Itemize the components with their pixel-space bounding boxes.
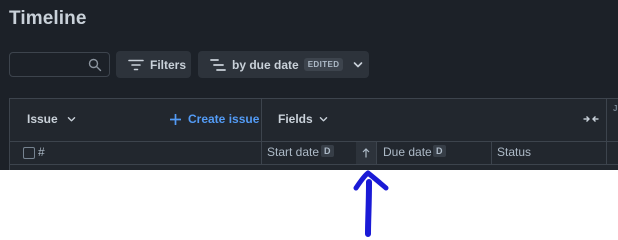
page-title: Timeline: [9, 8, 87, 29]
fields-column-header[interactable]: Fields: [278, 112, 328, 126]
search-input[interactable]: [14, 55, 88, 75]
app-window: Timeline Filters by due date EDITED Issu…: [0, 0, 618, 170]
select-all-checkbox[interactable]: [23, 147, 35, 159]
issue-header-label: Issue: [27, 112, 58, 126]
sort-label: by due date: [232, 57, 299, 72]
grid-column-row: # Start date D Due date D Status: [10, 142, 618, 165]
plus-icon: [170, 113, 181, 125]
filter-icon: [128, 57, 144, 73]
chevron-down-icon: [67, 116, 76, 123]
sort-icon: [210, 57, 226, 73]
annotation-arrow: [353, 170, 389, 237]
number-column-header: #: [38, 145, 45, 159]
create-issue-button[interactable]: Create issue: [170, 112, 259, 126]
edited-badge: EDITED: [303, 58, 344, 71]
chevron-down-icon: [353, 60, 363, 70]
status-column-header[interactable]: Status: [497, 145, 531, 159]
column-divider: [376, 142, 377, 164]
sort-by-button[interactable]: by due date EDITED: [198, 51, 369, 78]
column-divider: [261, 142, 262, 164]
collapse-columns-icon[interactable]: [583, 112, 599, 126]
column-divider: [606, 99, 607, 141]
chevron-down-icon: [319, 116, 328, 123]
filters-label: Filters: [150, 57, 187, 72]
date-type-badge: D: [433, 145, 446, 157]
filters-button[interactable]: Filters: [116, 51, 191, 78]
grid-header-row: Issue Create issue Fields J: [10, 99, 618, 142]
timeline-month-label: JU: [613, 104, 618, 113]
sort-ascending-button[interactable]: [356, 142, 376, 164]
column-divider: [261, 99, 262, 141]
search-icon[interactable]: [88, 58, 102, 72]
date-type-badge: D: [321, 145, 334, 157]
timeline-grid: Issue Create issue Fields J # Start date…: [9, 98, 618, 170]
column-divider: [491, 142, 492, 164]
search-box[interactable]: [9, 52, 110, 77]
start-date-column-header[interactable]: Start date: [267, 145, 319, 159]
due-date-column-header[interactable]: Due date: [383, 145, 432, 159]
column-divider: [606, 142, 607, 164]
arrow-up-icon: [362, 148, 370, 158]
issue-column-header[interactable]: Issue: [27, 112, 76, 126]
create-issue-label: Create issue: [188, 112, 260, 126]
fields-header-label: Fields: [278, 112, 313, 126]
